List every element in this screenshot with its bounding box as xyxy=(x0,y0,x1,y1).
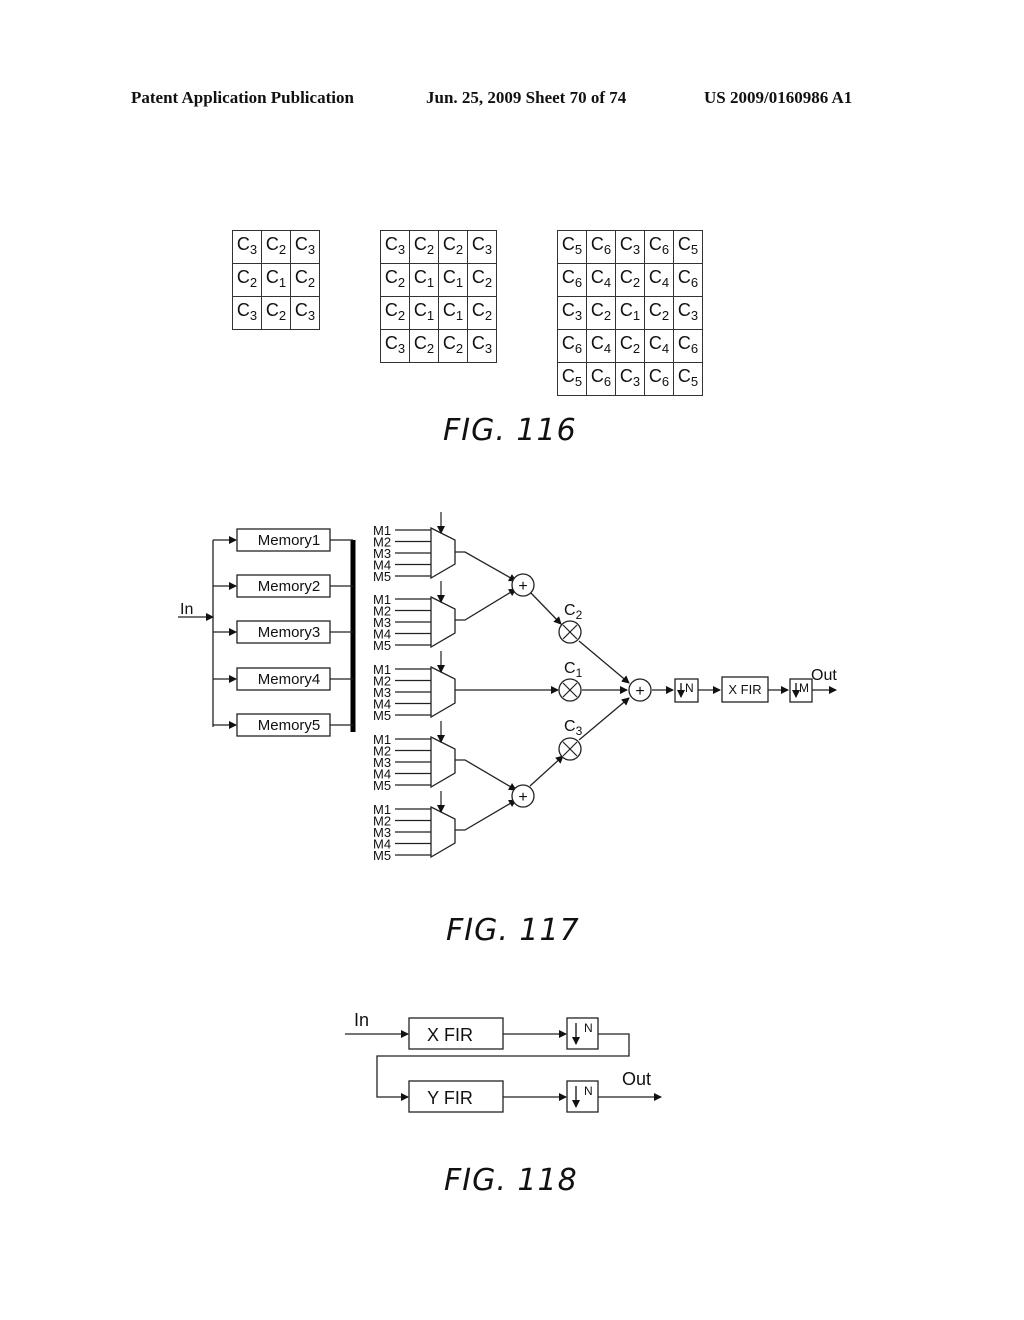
svg-text:Memory4: Memory4 xyxy=(258,671,321,688)
svg-text:M5: M5 xyxy=(373,569,391,584)
svg-text:C1: C1 xyxy=(564,660,583,680)
svg-text:M5: M5 xyxy=(373,638,391,653)
xfir-block-118: X FIR xyxy=(408,1017,504,1050)
memory-block: Memory1 xyxy=(213,528,353,552)
svg-text:Memory5: Memory5 xyxy=(258,717,321,734)
memory-block: Memory4 xyxy=(213,667,353,691)
out-label: Out xyxy=(811,667,837,684)
svg-text:Memory3: Memory3 xyxy=(258,624,321,641)
adder-bottom: + xyxy=(511,784,535,808)
svg-text:N: N xyxy=(584,1084,593,1098)
svg-text:N: N xyxy=(685,681,694,695)
adder-top: + xyxy=(511,573,535,597)
multiplexer: M1M2M3M4M5 xyxy=(373,651,456,723)
svg-text:M5: M5 xyxy=(373,778,391,793)
svg-text:Memory2: Memory2 xyxy=(258,578,321,595)
downsample-m-block: M xyxy=(789,678,813,703)
svg-text:X FIR: X FIR xyxy=(427,1025,473,1045)
svg-text:M5: M5 xyxy=(373,708,391,723)
svg-text:Y FIR: Y FIR xyxy=(427,1088,473,1108)
downsample-block-y: N xyxy=(566,1080,599,1113)
svg-text:+: + xyxy=(635,683,644,700)
downsample-n-block: N xyxy=(674,678,699,703)
figure-118-diagram: X FIR N Y FIR N In Out xyxy=(345,1010,662,1113)
svg-text:C3: C3 xyxy=(564,718,583,738)
in-label-118: In xyxy=(354,1010,369,1030)
multiplexer: M1M2M3M4M5 xyxy=(373,512,456,584)
svg-text:X FIR: X FIR xyxy=(728,682,761,697)
downsample-block-x: N xyxy=(566,1017,599,1050)
svg-text:+: + xyxy=(518,789,527,806)
multiplier-c2: C2 xyxy=(558,602,583,644)
svg-text:C2: C2 xyxy=(564,602,583,622)
svg-text:M: M xyxy=(799,681,809,695)
svg-text:M5: M5 xyxy=(373,848,391,863)
memory-block: Memory5 xyxy=(213,713,353,737)
memory-block: Memory2 xyxy=(213,574,353,598)
figure-117-diagram: Memory1 Memory2 Memory3 Memory4 Memory5 … xyxy=(178,512,837,863)
svg-text:N: N xyxy=(584,1021,593,1035)
multiplexer: M1M2M3M4M5 xyxy=(373,581,456,653)
memory-block: Memory3 xyxy=(213,620,353,644)
svg-text:Memory1: Memory1 xyxy=(258,532,321,549)
figure-118-caption: FIG. 118 xyxy=(444,1163,578,1198)
yfir-block-118: Y FIR xyxy=(408,1080,504,1113)
multiplier-c3: C3 xyxy=(558,718,583,761)
in-label: In xyxy=(180,601,193,618)
figure-117-caption: FIG. 117 xyxy=(446,913,580,948)
multiplier-c1: C1 xyxy=(558,660,583,702)
svg-text:+: + xyxy=(518,578,527,595)
xfir-block: X FIR xyxy=(721,676,769,703)
multiplexer: M1M2M3M4M5 xyxy=(373,791,456,863)
multiplexer: M1M2M3M4M5 xyxy=(373,721,456,793)
out-label-118: Out xyxy=(622,1069,651,1089)
adder-main: + xyxy=(628,678,652,702)
